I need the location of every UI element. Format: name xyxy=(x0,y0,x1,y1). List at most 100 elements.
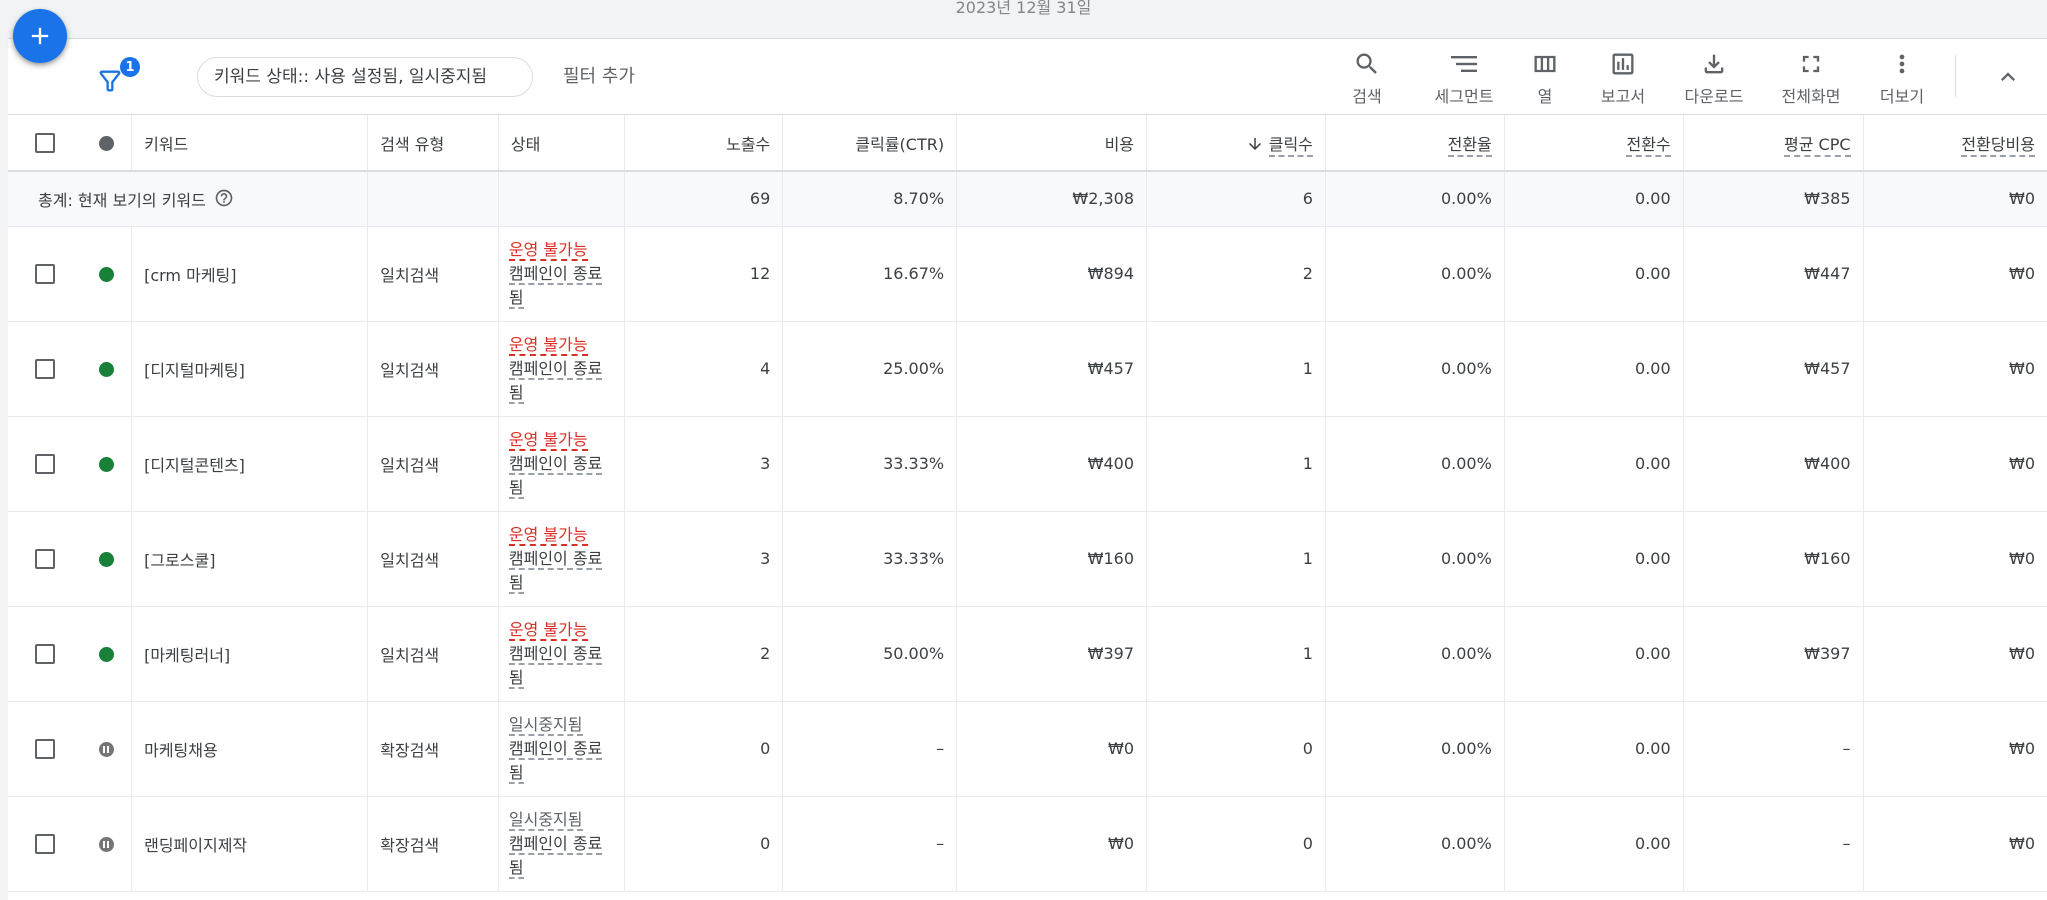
match-type-cell: 확장검색 xyxy=(367,796,499,892)
more-tool-button[interactable]: 더보기 xyxy=(1852,49,1952,107)
search-icon xyxy=(1356,53,1377,74)
cost-cell: ₩400 xyxy=(956,416,1148,512)
status-primary[interactable]: 운영 불가능 xyxy=(508,239,588,261)
enabled-status-dot[interactable] xyxy=(98,552,114,567)
row-checkbox[interactable] xyxy=(34,263,55,284)
total-status-cell xyxy=(498,171,625,227)
table-row[interactable]: [그로스쿨] 일치검색 운영 불가능 캠페인이 종료됨 3 33.33% ₩160 1 0.00… xyxy=(8,511,2047,607)
conversions-cell: 0.00 xyxy=(1504,796,1684,892)
fullscreen-tool-button[interactable]: 전체화면 xyxy=(1761,49,1861,107)
filter-button[interactable]: 1 xyxy=(96,57,140,97)
status-primary[interactable]: 운영 불가능 xyxy=(508,524,588,546)
col-ctr[interactable]: 클릭률(CTR) xyxy=(782,115,958,172)
enabled-status-dot[interactable] xyxy=(98,362,114,377)
col-clicks[interactable]: 클릭수 xyxy=(1146,115,1326,172)
keyword-cell[interactable]: [디지털콘텐츠] xyxy=(131,416,369,512)
status-primary[interactable]: 일시중지됨 xyxy=(508,714,583,736)
table-row[interactable]: [마케팅러너] 일치검색 운영 불가능 캠페인이 종료됨 2 50.00% ₩397 1 0.0… xyxy=(8,606,2047,702)
chevron-up-icon xyxy=(2001,72,2015,81)
row-checkbox[interactable] xyxy=(34,738,55,759)
table-row[interactable]: [디지털콘텐츠] 일치검색 운영 불가능 캠페인이 종료됨 3 33.33% ₩400 1 0.… xyxy=(8,416,2047,512)
row-checkbox[interactable] xyxy=(34,643,55,664)
row-checkbox[interactable] xyxy=(34,453,55,474)
conversions-cell: 0.00 xyxy=(1504,416,1684,512)
keyword-cell[interactable]: [디지털마케팅] xyxy=(131,321,369,417)
cost-cell: ₩0 xyxy=(956,796,1148,892)
clicks-cell: 0 xyxy=(1146,796,1326,892)
row-checkbox[interactable] xyxy=(34,358,55,379)
status-primary[interactable]: 운영 불가능 xyxy=(508,429,588,451)
search-tool-button[interactable]: 검색 xyxy=(1317,49,1417,107)
status-reason[interactable]: 캠페인이 종료됨 xyxy=(508,643,603,689)
row-status-dot-cell xyxy=(81,321,133,417)
col-cost[interactable]: 비용 xyxy=(956,115,1148,172)
paused-status-icon[interactable] xyxy=(98,742,114,757)
more-vert-icon xyxy=(1899,54,1905,74)
download-icon xyxy=(1704,54,1724,74)
select-all-checkbox[interactable] xyxy=(34,132,55,153)
table-row[interactable]: 마케팅채용 확장검색 일시중지됨 캠페인이 종료됨 0– ₩0 0 0.00% 0.00– ₩0 xyxy=(8,701,2047,797)
status-reason[interactable]: 캠페인이 종료됨 xyxy=(508,358,603,404)
col-match-type[interactable]: 검색 유형 xyxy=(367,115,499,172)
status-reason[interactable]: 캠페인이 종료됨 xyxy=(508,738,603,784)
col-status[interactable]: 상태 xyxy=(498,115,625,172)
status-primary[interactable]: 일시중지됨 xyxy=(508,809,583,831)
conv-rate-cell: 0.00% xyxy=(1325,701,1505,797)
total-label: 총계: 현재 보기의 키워드 xyxy=(38,190,206,210)
conv-rate-cell: 0.00% xyxy=(1325,606,1505,702)
row-status-dot-cell xyxy=(81,796,133,892)
clicks-cell: 1 xyxy=(1146,511,1326,607)
create-button[interactable] xyxy=(13,9,67,63)
col-avg-cpc[interactable]: 평균 CPC xyxy=(1683,115,1864,172)
table-row[interactable]: 랜딩페이지제작 확장검색 일시중지됨 캠페인이 종료됨 0– ₩0 0 0.00% 0.00– ₩… xyxy=(8,796,2047,892)
collapse-toolbar-button[interactable] xyxy=(1994,63,2022,91)
enabled-status-dot[interactable] xyxy=(98,267,114,282)
keyword-cell[interactable]: 마케팅채용 xyxy=(131,701,369,797)
row-checkbox[interactable] xyxy=(34,833,55,854)
keyword-cell[interactable]: [crm 마케팅] xyxy=(131,226,369,322)
add-filter-button[interactable]: 필터 추가 xyxy=(563,57,635,97)
enabled-status-dot[interactable] xyxy=(98,457,114,472)
cost-per-conv-cell: ₩0 xyxy=(1863,226,2047,322)
columns-icon xyxy=(1534,55,1556,73)
status-reason[interactable]: 캠페인이 종료됨 xyxy=(508,548,603,594)
filter-chip-keyword-status[interactable]: 키워드 상태:: 사용 설정됨, 일시중지됨 xyxy=(197,57,533,97)
status-reason[interactable]: 캠페인이 종료됨 xyxy=(508,833,603,879)
status-reason[interactable]: 캠페인이 종료됨 xyxy=(508,263,603,309)
table-row[interactable]: [crm 마케팅] 일치검색 운영 불가능 캠페인이 종료됨 12 16.67% ₩894 2… xyxy=(8,226,2047,322)
fullscreen-tool-label: 전체화면 xyxy=(1781,87,1841,106)
ctr-cell: 33.33% xyxy=(782,416,958,512)
filter-count-badge: 1 xyxy=(120,57,140,77)
conversions-cell: 0.00 xyxy=(1504,606,1684,702)
col-cost-per-conv[interactable]: 전환당비용 xyxy=(1863,115,2047,172)
cost-cell: ₩894 xyxy=(956,226,1148,322)
conversions-cell: 0.00 xyxy=(1504,321,1684,417)
cost-per-conv-cell: ₩0 xyxy=(1863,796,2047,892)
impressions-cell: 2 xyxy=(624,606,784,702)
paused-status-icon[interactable] xyxy=(98,837,114,852)
match-type-cell: 일치검색 xyxy=(367,321,499,417)
help-icon[interactable] xyxy=(214,188,234,208)
conversions-cell: 0.00 xyxy=(1504,226,1684,322)
keyword-cell[interactable]: [그로스쿨] xyxy=(131,511,369,607)
keyword-cell[interactable]: 랜딩페이지제작 xyxy=(131,796,369,892)
col-impressions[interactable]: 노출수 xyxy=(624,115,784,172)
status-primary[interactable]: 운영 불가능 xyxy=(508,334,588,356)
status-reason[interactable]: 캠페인이 종료됨 xyxy=(508,453,603,499)
report-tool-button[interactable]: 보고서 xyxy=(1573,49,1673,107)
clicks-cell: 1 xyxy=(1146,606,1326,702)
table-toolbar: 1 키워드 상태:: 사용 설정됨, 일시중지됨 필터 추가 검색 세그먼트 열… xyxy=(8,39,2047,115)
enabled-status-dot[interactable] xyxy=(98,647,114,662)
col-conversions[interactable]: 전환수 xyxy=(1504,115,1684,172)
download-tool-button[interactable]: 다운로드 xyxy=(1664,49,1764,107)
table-header-row: 키워드 검색 유형 상태 노출수 클릭률(CTR) 비용 클릭수 전환율 전환수… xyxy=(8,115,2047,172)
keyword-cell[interactable]: [마케팅러너] xyxy=(131,606,369,702)
table-row[interactable]: [디지털마케팅] 일치검색 운영 불가능 캠페인이 종료됨 4 25.00% ₩457 1 0.… xyxy=(8,321,2047,417)
status-primary[interactable]: 운영 불가능 xyxy=(508,619,588,641)
row-checkbox[interactable] xyxy=(34,548,55,569)
col-keyword[interactable]: 키워드 xyxy=(131,115,369,172)
status-filter-dot[interactable] xyxy=(98,136,114,151)
col-conv-rate[interactable]: 전환율 xyxy=(1325,115,1505,172)
conversions-cell: 0.00 xyxy=(1504,701,1684,797)
total-clicks: 6 xyxy=(1146,171,1326,227)
